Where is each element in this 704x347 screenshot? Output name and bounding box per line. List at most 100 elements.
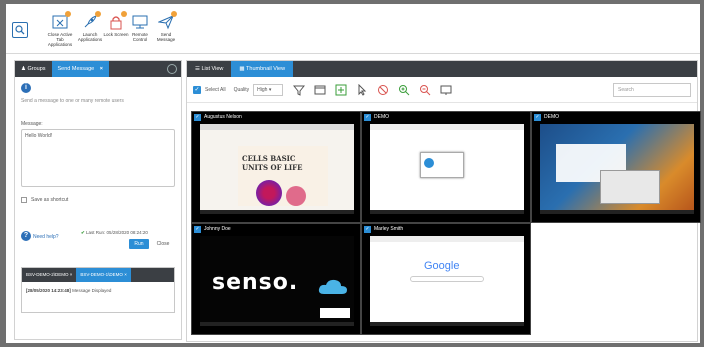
result-tab-label: BSV-DEMO-1\DEMO xyxy=(80,272,123,277)
tile-header: ✓ Marley Smith xyxy=(362,224,403,234)
last-run-status: ✔ Last Run: 05/28/2020 08:24:20 xyxy=(81,230,148,236)
result-tab[interactable]: BSV-DEMO-1\DEMO × xyxy=(76,268,131,282)
save-shortcut-checkbox[interactable] xyxy=(21,197,27,203)
settings-icon[interactable] xyxy=(167,64,177,74)
quality-value: High xyxy=(257,86,268,93)
monitor-icon xyxy=(132,14,148,30)
tile-checkbox[interactable]: ✓ xyxy=(534,113,541,121)
quality-select[interactable]: High ▾ xyxy=(253,83,284,96)
close-active-tab-apps-button[interactable]: Close Active Tab Applications xyxy=(46,11,74,47)
message-label: Message: xyxy=(21,121,43,127)
thumbnail-tile[interactable]: ✓ Johnny Doe senso. xyxy=(191,223,361,335)
tile-user-name: Marley Smith xyxy=(374,226,404,232)
search-input[interactable]: Search xyxy=(613,83,691,97)
tab-list-view[interactable]: ☰ List View xyxy=(187,61,231,77)
toolbar-button-label: Launch Applications xyxy=(77,32,103,42)
tile-header: ✓ Augustus Nelson xyxy=(192,112,242,122)
tile-user-name: DEMO xyxy=(544,114,559,120)
top-toolbar: Close Active Tab Applications Launch App… xyxy=(6,4,700,54)
result-tab-bar: BSV-DEMO-2\DEMO × BSV-DEMO-1\DEMO × xyxy=(22,268,174,282)
tile-header: ✓ Johnny Doe xyxy=(192,224,231,234)
result-time: [28/05/2020 14:23:48] xyxy=(26,288,71,293)
tile-content: CELLS BASIC UNITS OF LIFE xyxy=(242,154,303,172)
tile-checkbox[interactable]: ✓ xyxy=(364,225,371,233)
view-tab-bar: ☰ List View ▩ Thumbnail View xyxy=(187,61,697,77)
quality-label: Quality xyxy=(233,86,250,93)
close-window-icon xyxy=(52,11,71,30)
block-icon[interactable] xyxy=(377,84,389,96)
launch-applications-button[interactable]: Launch Applications xyxy=(76,11,104,42)
thumbnail-tile[interactable]: ✓ Marley Smith Google xyxy=(361,223,531,335)
google-logo: Google xyxy=(424,260,460,272)
send-message-button[interactable]: Send Message xyxy=(152,11,180,42)
result-tab-label: BSV-DEMO-2\DEMO xyxy=(26,272,69,277)
pointer-icon[interactable] xyxy=(356,83,368,96)
rocket-icon xyxy=(82,11,101,30)
last-run-text: Last Run: 05/28/2020 08:24:20 xyxy=(86,230,148,235)
tile-screen xyxy=(370,124,524,214)
senso-logo: senso. xyxy=(212,270,299,295)
tile-header: ✓ DEMO xyxy=(532,112,559,122)
result-line: [28/05/2020 14:23:48] Message Displayed xyxy=(22,282,174,299)
select-all-label: Select All xyxy=(205,86,226,93)
run-button[interactable]: Run xyxy=(129,239,149,249)
close-button[interactable]: Close xyxy=(153,239,173,249)
thumbnail-toolbar: ✓ Select All Quality High ▾ Search xyxy=(187,77,697,103)
thumbnail-tile[interactable]: ✓ DEMO xyxy=(531,111,701,223)
tile-user-name: DEMO xyxy=(374,114,389,120)
tile-user-name: Augustus Nelson xyxy=(204,114,242,120)
tile-screen: CELLS BASIC UNITS OF LIFE xyxy=(200,124,354,214)
tile-screen xyxy=(540,124,694,214)
save-shortcut-label: Save as shortcut xyxy=(31,197,69,203)
tab-label: Groups xyxy=(27,66,46,72)
thumbnail-panel: ☰ List View ▩ Thumbnail View ✓ Select Al… xyxy=(186,60,701,342)
toolbar-button-label: Send Message xyxy=(156,32,176,42)
tile-screen: senso. xyxy=(200,236,354,326)
close-tab-icon[interactable]: × xyxy=(70,272,73,277)
tile-checkbox[interactable]: ✓ xyxy=(194,225,201,233)
tab-thumbnail-view[interactable]: ▩ Thumbnail View xyxy=(231,61,294,77)
result-tab[interactable]: BSV-DEMO-2\DEMO × xyxy=(22,268,76,282)
tab-label: Send Message xyxy=(57,66,95,72)
filter-icon[interactable] xyxy=(293,84,306,96)
tile-checkbox[interactable]: ✓ xyxy=(364,113,371,121)
add-icon[interactable] xyxy=(335,84,347,96)
close-tab-icon[interactable]: × xyxy=(124,272,127,277)
tile-user-name: Johnny Doe xyxy=(204,226,231,232)
remote-control-button[interactable]: Remote Control xyxy=(126,14,154,42)
result-message: Message Displayed xyxy=(72,288,112,293)
zoom-in-icon[interactable] xyxy=(398,84,410,96)
thumbnail-icon: ▩ xyxy=(239,66,245,72)
thumbnail-tile[interactable]: ✓ DEMO xyxy=(361,111,531,223)
badge-dot xyxy=(95,11,101,17)
search-icon[interactable] xyxy=(12,22,28,38)
thumbnail-tile[interactable]: ✓ Augustus Nelson CELLS BASIC UNITS OF L… xyxy=(191,111,361,223)
groups-icon: ♟ xyxy=(21,66,26,72)
tile-checkbox[interactable]: ✓ xyxy=(194,113,201,121)
help-icon[interactable]: ? xyxy=(21,231,31,241)
need-help-link[interactable]: Need help? xyxy=(33,234,59,240)
paper-plane-icon xyxy=(157,11,177,30)
toolbar-button-label: Remote Control xyxy=(132,32,148,42)
screen-icon[interactable] xyxy=(440,84,452,96)
badge-dot xyxy=(171,11,177,17)
message-textarea[interactable]: Hello World! xyxy=(21,129,175,187)
info-text: Send a message to one or many remote use… xyxy=(21,98,124,104)
left-tab-bar: ♟ Groups Send Message × xyxy=(15,61,181,77)
list-icon: ☰ xyxy=(195,66,200,72)
zoom-out-icon[interactable] xyxy=(419,84,431,96)
select-all-checkbox[interactable]: ✓ xyxy=(193,85,201,94)
close-tab-icon[interactable]: × xyxy=(100,66,103,72)
result-panel: BSV-DEMO-2\DEMO × BSV-DEMO-1\DEMO × [28/… xyxy=(21,267,175,313)
tab-label: List View xyxy=(201,66,224,72)
toolbar-button-label: Close Active Tab Applications xyxy=(47,32,73,47)
info-icon: i xyxy=(21,83,31,93)
tab-groups[interactable]: ♟ Groups xyxy=(15,61,52,77)
badge-dot xyxy=(65,11,71,17)
check-icon: ✔ xyxy=(81,230,85,235)
lock-icon xyxy=(108,11,127,30)
tile-screen: Google xyxy=(370,236,524,326)
save-shortcut-row[interactable]: Save as shortcut xyxy=(21,197,68,203)
tab-send-message[interactable]: Send Message × xyxy=(51,61,109,77)
layout-icon[interactable] xyxy=(314,84,326,96)
